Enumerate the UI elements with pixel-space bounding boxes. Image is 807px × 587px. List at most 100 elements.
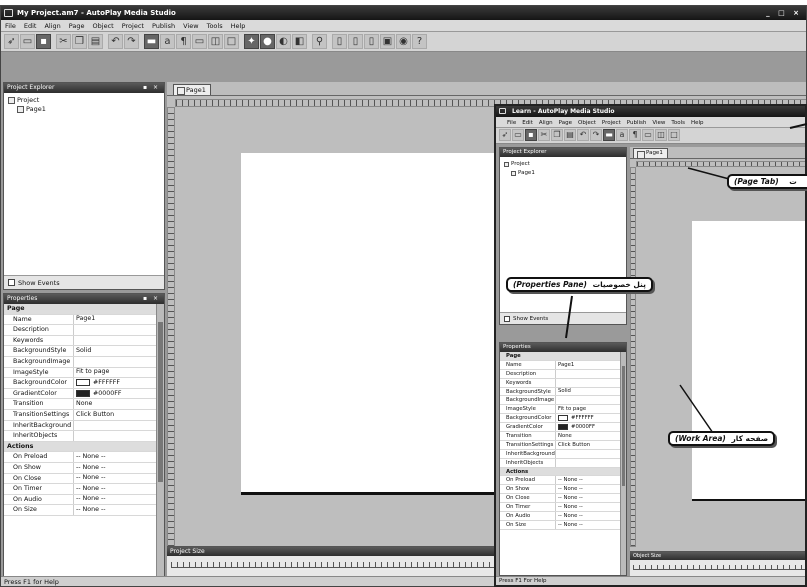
- property-value[interactable]: Fit to page: [74, 368, 109, 378]
- save-icon[interactable]: ▪: [525, 129, 537, 141]
- panel-controls[interactable]: ▪ ×: [143, 294, 160, 304]
- property-value[interactable]: -- None --: [74, 474, 106, 484]
- property-value[interactable]: -- None --: [74, 495, 106, 505]
- property-value[interactable]: [74, 336, 76, 346]
- property-category[interactable]: Actions: [500, 467, 626, 477]
- color-swatch[interactable]: [558, 415, 568, 422]
- property-value[interactable]: None: [556, 432, 572, 440]
- properties-scrollbar[interactable]: [156, 304, 164, 576]
- property-row[interactable]: On Preload -- None --: [4, 452, 164, 463]
- save-icon[interactable]: ▪: [36, 34, 51, 49]
- property-value[interactable]: Click Button: [74, 410, 114, 420]
- property-value[interactable]: Page1: [556, 361, 574, 369]
- property-row[interactable]: BackgroundImage: [500, 396, 626, 406]
- property-value[interactable]: -- None --: [74, 463, 106, 473]
- build-icon[interactable]: ◉: [396, 34, 411, 49]
- page-dup-icon[interactable]: ▯: [348, 34, 363, 49]
- property-value[interactable]: #0000FF: [74, 389, 122, 399]
- property-row[interactable]: Keywords: [500, 378, 626, 388]
- color-swatch[interactable]: [76, 390, 90, 398]
- property-value[interactable]: Click Button: [556, 441, 590, 449]
- property-category[interactable]: Page: [500, 352, 626, 361]
- checkbox-icon[interactable]: [8, 279, 15, 286]
- menu-publish[interactable]: Publish: [148, 20, 179, 32]
- property-row[interactable]: Description: [500, 369, 626, 379]
- menu-align[interactable]: Align: [40, 20, 64, 32]
- property-value[interactable]: Page1: [74, 315, 95, 325]
- menu-align[interactable]: Align: [536, 118, 556, 129]
- property-row[interactable]: Transition None: [500, 432, 626, 441]
- property-row[interactable]: On Close -- None --: [500, 494, 626, 504]
- image-object-icon[interactable]: ▬: [144, 34, 159, 49]
- property-row[interactable]: BackgroundImage: [4, 356, 164, 368]
- cut-icon[interactable]: ✂: [538, 129, 550, 141]
- properties-scrollbar[interactable]: [620, 352, 626, 575]
- paste-icon[interactable]: ▤: [88, 34, 103, 49]
- property-row[interactable]: Keywords: [4, 335, 164, 347]
- property-value[interactable]: [74, 325, 76, 335]
- property-value[interactable]: -- None --: [556, 476, 583, 484]
- property-value[interactable]: #0000FF: [556, 423, 595, 431]
- property-row[interactable]: On Size -- None --: [500, 520, 626, 530]
- paragraph-object-icon[interactable]: ¶: [176, 34, 191, 49]
- scroll-thumb[interactable]: [622, 366, 625, 486]
- label-object-icon[interactable]: ◫: [655, 129, 667, 141]
- frame-object-icon[interactable]: □: [668, 129, 680, 141]
- property-row[interactable]: InheritObjects: [500, 458, 626, 468]
- property-category[interactable]: Actions: [4, 441, 164, 453]
- property-row[interactable]: Name Page1: [4, 314, 164, 326]
- property-value[interactable]: -- None --: [556, 512, 583, 520]
- property-row[interactable]: On Timer -- None --: [4, 484, 164, 495]
- tree-node-project[interactable]: Project: [504, 160, 622, 169]
- window-controls[interactable]: _ □ ×: [766, 6, 802, 20]
- property-value[interactable]: [556, 459, 558, 467]
- property-row[interactable]: On Preload -- None --: [500, 476, 626, 486]
- property-row[interactable]: On Audio -- None --: [4, 494, 164, 506]
- panel-controls[interactable]: ▪ ×: [143, 83, 160, 93]
- pointer-tool-icon[interactable]: ➶: [4, 34, 19, 49]
- property-row[interactable]: GradientColor #0000FF: [4, 388, 164, 400]
- color-swatch[interactable]: [76, 379, 90, 387]
- copy-icon[interactable]: ❐: [551, 129, 563, 141]
- property-row[interactable]: On Show -- None --: [500, 485, 626, 495]
- menu-project[interactable]: Project: [118, 20, 148, 32]
- media-object-icon[interactable]: ◐: [276, 34, 291, 49]
- property-row[interactable]: ImageStyle Fit to page: [4, 367, 164, 379]
- text-object-icon[interactable]: a: [616, 129, 628, 141]
- label-object-icon[interactable]: ◫: [208, 34, 223, 49]
- property-value[interactable]: [556, 379, 558, 387]
- open-icon[interactable]: ▭: [512, 129, 524, 141]
- property-row[interactable]: GradientColor #0000FF: [500, 423, 626, 433]
- property-value[interactable]: -- None --: [556, 521, 583, 529]
- web-object-icon[interactable]: ●: [260, 34, 275, 49]
- property-value[interactable]: #FFFFFF: [556, 414, 594, 422]
- button-object-icon[interactable]: ▭: [642, 129, 654, 141]
- checkbox-icon[interactable]: [504, 315, 510, 322]
- property-row[interactable]: On Show -- None --: [4, 462, 164, 474]
- property-value[interactable]: [556, 370, 558, 378]
- property-row[interactable]: On Audio -- None --: [500, 512, 626, 521]
- tree-node-page1[interactable]: Page1: [504, 169, 622, 178]
- menu-page[interactable]: Page: [65, 20, 89, 32]
- menu-edit[interactable]: Edit: [20, 20, 41, 32]
- button-object-icon[interactable]: ▭: [192, 34, 207, 49]
- property-value[interactable]: -- None --: [74, 484, 106, 494]
- property-row[interactable]: On Close -- None --: [4, 473, 164, 485]
- preview-icon[interactable]: ▣: [380, 34, 395, 49]
- redo-icon[interactable]: ↷: [124, 34, 139, 49]
- zoom-icon[interactable]: ⚲: [312, 34, 327, 49]
- property-row[interactable]: BackgroundColor #FFFFFF: [500, 414, 626, 424]
- property-value[interactable]: [74, 431, 76, 441]
- property-row[interactable]: TransitionSettings Click Button: [500, 440, 626, 450]
- image-object-icon[interactable]: ▬: [603, 129, 615, 141]
- cut-icon[interactable]: ✂: [56, 34, 71, 49]
- page-new-icon[interactable]: ▯: [332, 34, 347, 49]
- menu-tools[interactable]: Tools: [203, 20, 227, 32]
- page-canvas[interactable]: [692, 221, 805, 501]
- property-value[interactable]: None: [74, 399, 92, 409]
- property-value[interactable]: -- None --: [74, 452, 106, 462]
- property-row[interactable]: ImageStyle Fit to page: [500, 405, 626, 415]
- property-value[interactable]: -- None --: [556, 503, 583, 511]
- copy-icon[interactable]: ❐: [72, 34, 87, 49]
- property-value[interactable]: -- None --: [556, 494, 583, 502]
